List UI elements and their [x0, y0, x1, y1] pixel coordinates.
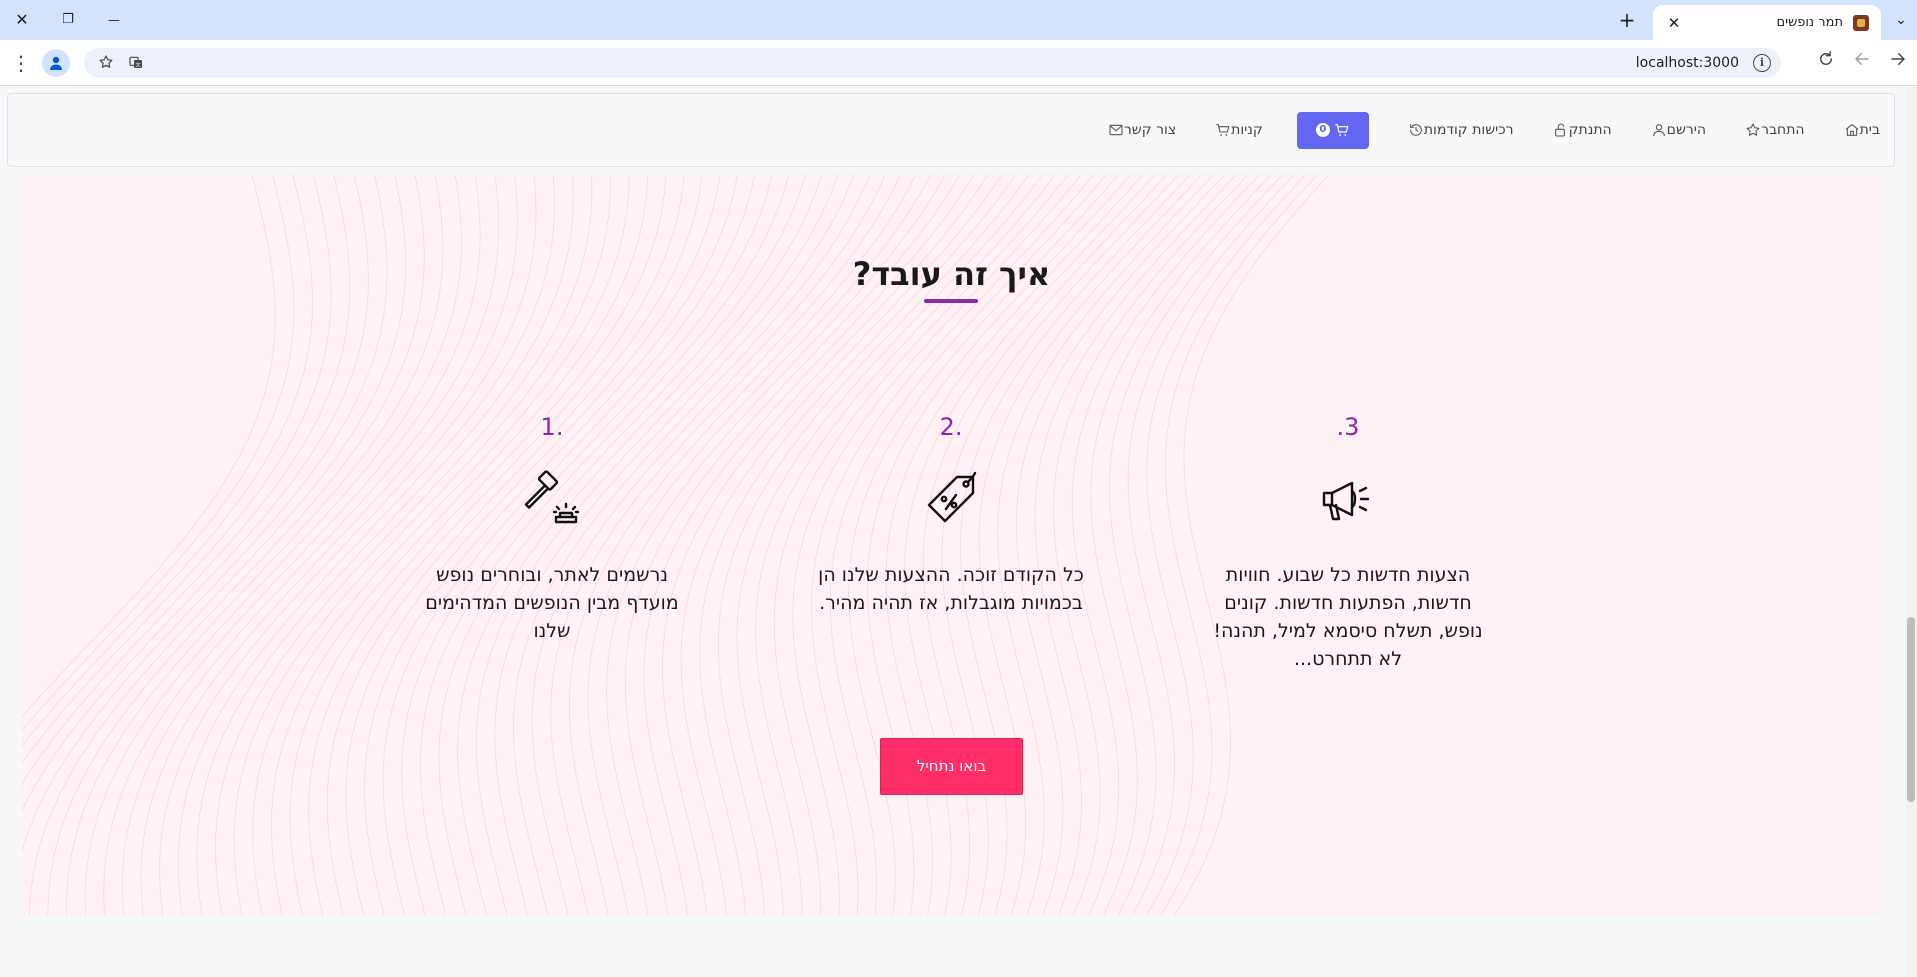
- profile-avatar[interactable]: [42, 49, 70, 77]
- how-it-works-section: איך זה עובד? 1. נרשמים לאתר, ובוחרים נופ…: [22, 175, 1881, 915]
- site-info-icon[interactable]: i: [1753, 54, 1771, 72]
- nav-shop[interactable]: קניות: [1209, 122, 1263, 138]
- tab-title: תמר נופשים: [1776, 15, 1843, 30]
- home-icon: [1845, 124, 1858, 136]
- nav-home-label: בית: [1859, 122, 1880, 138]
- title-underline: [924, 299, 978, 303]
- step-1-text-line: נרשמים לאתר, ובוחרים נופש: [436, 564, 668, 586]
- step-1-text-line: מועדף מבין הנופשים המדהימים: [425, 592, 679, 614]
- nav-home[interactable]: בית: [1838, 122, 1880, 138]
- star-icon: [1746, 123, 1760, 136]
- forward-arrow-icon[interactable]: [1885, 50, 1911, 76]
- history-icon: [1409, 124, 1422, 136]
- site-favicon-icon: [1853, 14, 1869, 31]
- window-minimize-icon[interactable]: —: [98, 6, 130, 34]
- envelope-icon: [1109, 124, 1123, 136]
- back-arrow-icon[interactable]: [1849, 50, 1875, 76]
- scrollbar-thumb[interactable]: [1907, 617, 1915, 802]
- nav-login-label: התחבר: [1761, 122, 1805, 138]
- cart-icon: [1335, 124, 1349, 136]
- nav-contact-label: צור קשר: [1123, 122, 1177, 138]
- window-close-icon[interactable]: ✕: [6, 6, 38, 34]
- browser-tab-strip: ✕ ❐ — + תמר נופשים ✕ ⌄: [0, 0, 1917, 40]
- step-1-text-line: שלנו: [533, 620, 571, 642]
- step-2-text: כל הקודם זוכה. ההצעות שלנו הן בכמויות מו…: [806, 561, 1096, 617]
- cart-button[interactable]: 0: [1296, 111, 1369, 149]
- nav-contact[interactable]: צור קשר: [1102, 122, 1176, 138]
- step-2-number: 2.: [939, 413, 963, 441]
- bookmark-star-icon[interactable]: [96, 54, 116, 74]
- megaphone-icon: [1322, 481, 1370, 521]
- step-3-number: .3: [1336, 413, 1360, 441]
- step-3-text-line: הצעות חדשות כל שבוע. חוויות: [1225, 564, 1471, 586]
- step-2-text-line: בכמויות מוגבלות, אז תהיה מהיר.: [819, 592, 1083, 614]
- page-scrollbar[interactable]: [1905, 87, 1917, 977]
- shopping-cart-icon: [1216, 124, 1230, 136]
- step-3: .3 הצעות חדשות כל שבוע. חוויות חדשות, הפ…: [1203, 413, 1493, 673]
- reload-icon[interactable]: [1813, 50, 1839, 76]
- discount-tag-icon: [927, 471, 977, 523]
- browser-toolbar: ⋮ 文 localhost:3000 i: [0, 40, 1917, 86]
- tab-list-chevron-icon[interactable]: ⌄: [1889, 8, 1913, 32]
- browser-menu-icon[interactable]: ⋮: [8, 50, 34, 76]
- cart-count-badge: 0: [1315, 123, 1330, 137]
- step-1-text: נרשמים לאתר, ובוחרים נופש מועדף מבין הנו…: [407, 561, 697, 645]
- browser-tab[interactable]: תמר נופשים ✕: [1653, 5, 1881, 40]
- step-3-text-line: לא תתחרט...: [1293, 648, 1403, 670]
- window-restore-icon[interactable]: ❐: [52, 6, 84, 34]
- gavel-icon: [524, 470, 580, 524]
- section-title: איך זה עובד?: [852, 255, 1051, 293]
- unlock-icon: [1554, 123, 1565, 137]
- step-2-text-line: כל הקודם זוכה. ההצעות שלנו הן: [818, 564, 1084, 586]
- nav-purchase-history-label: רכישות קודמות: [1423, 122, 1514, 138]
- translate-icon[interactable]: 文: [126, 54, 146, 74]
- get-started-button[interactable]: בואו נתחיל: [880, 738, 1023, 795]
- nav-purchase-history[interactable]: רכישות קודמות: [1402, 122, 1514, 138]
- nav-login[interactable]: התחבר: [1739, 122, 1805, 138]
- user-icon: [1652, 124, 1665, 137]
- step-1-number: 1.: [540, 413, 564, 441]
- step-2: 2. כל הקודם זוכה. ההצעות שלנו הן בכמויות…: [806, 413, 1096, 617]
- site-navbar: בית התחבר הירשם התנתק רכישות קודמות 0 קנ…: [7, 93, 1895, 167]
- nav-logout[interactable]: התנתק: [1547, 122, 1612, 138]
- page-viewport: בית התחבר הירשם התנתק רכישות קודמות 0 קנ…: [0, 87, 1905, 977]
- nav-register-label: הירשם: [1666, 122, 1707, 138]
- step-3-text: הצעות חדשות כל שבוע. חוויות חדשות, הפתעו…: [1203, 561, 1493, 673]
- step-3-text-line: חדשות, הפתעות חדשות. קונים: [1224, 592, 1472, 614]
- url-text: localhost:3000: [1635, 55, 1739, 71]
- nav-shop-label: קניות: [1231, 122, 1263, 138]
- step-1: 1. נרשמים לאתר, ובוחרים נופש מועדף מבין …: [407, 413, 697, 645]
- nav-register[interactable]: הירשם: [1645, 122, 1706, 138]
- new-tab-button[interactable]: +: [1615, 8, 1639, 32]
- step-3-text-line: נופש, תשלח סיסמא למיל, תהנה!: [1213, 620, 1483, 642]
- address-bar[interactable]: 文 localhost:3000 i: [84, 48, 1781, 78]
- tab-close-icon[interactable]: ✕: [1665, 14, 1683, 32]
- nav-logout-label: התנתק: [1568, 122, 1612, 138]
